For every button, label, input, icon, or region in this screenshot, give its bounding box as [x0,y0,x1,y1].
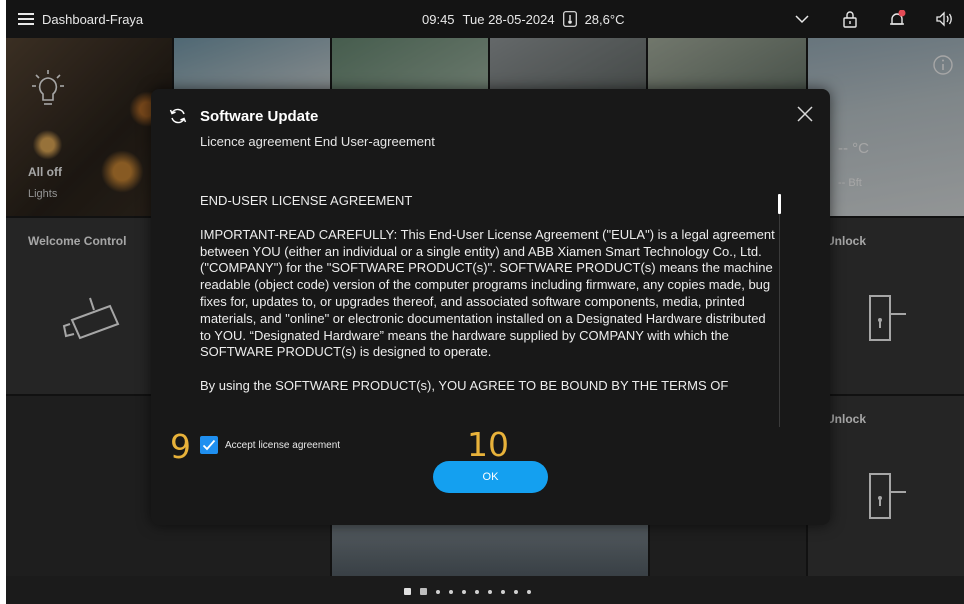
callout-number-ok: 10 [467,425,509,464]
page-dot[interactable] [475,589,479,594]
ok-button[interactable]: OK [433,461,548,493]
outdoor-temperature: 28,6°C [584,11,625,27]
dashboard-title[interactable]: Dashboard-Fraya [42,0,143,38]
thermometer-icon [562,11,577,27]
scrollbar-track[interactable] [779,194,780,427]
bell-icon[interactable] [887,10,907,28]
eula-paragraph: By using the SOFTWARE PRODUCT(s), YOU AG… [200,378,729,394]
page-dot-current[interactable] [420,588,427,595]
dashboard-screen: All off Lights -- °C -- Bft Welcome Cont… [6,0,964,604]
speaker-icon[interactable] [934,10,954,28]
page-dot[interactable] [436,589,440,594]
page-dot[interactable] [527,589,531,594]
page-dot[interactable] [449,589,453,594]
page-dot[interactable] [488,589,492,594]
date-text: Tue 28-05-2024 [462,11,555,27]
sync-icon [169,108,187,124]
checkmark-icon [202,439,216,451]
dialog-title: Software Update [200,108,319,125]
top-bar: Dashboard-Fraya 09:45 Tue 28-05-2024 28,… [6,0,964,38]
page-dot[interactable] [514,589,518,594]
status-bar: 09:45 Tue 28-05-2024 28,6°C [422,0,624,38]
eula-paragraph: IMPORTANT-READ CAREFULLY: This End-User … [200,226,775,360]
eula-text-area[interactable]: END-USER LICENSE AGREEMENT IMPORTANT-REA… [200,193,775,418]
eula-heading: END-USER LICENSE AGREEMENT [200,193,413,208]
chevron-down-icon[interactable] [792,10,812,28]
clock-time: 09:45 [422,11,455,27]
page-indicator[interactable] [404,588,531,595]
accept-license-checkbox[interactable] [200,436,218,454]
accept-license-row[interactable]: Accept license agreement [200,436,340,454]
callout-number-checkbox: 9 [170,427,191,466]
dialog-subtitle: Licence agreement End User-agreement [200,134,435,149]
close-icon[interactable] [796,105,814,123]
page-dot[interactable] [462,589,466,594]
menu-icon[interactable] [18,0,36,38]
scrollbar-thumb[interactable] [778,194,781,214]
page-dot[interactable] [501,589,505,594]
accept-license-label: Accept license agreement [225,439,341,451]
home-page-dot[interactable] [404,588,411,595]
lock-icon[interactable] [840,10,860,28]
